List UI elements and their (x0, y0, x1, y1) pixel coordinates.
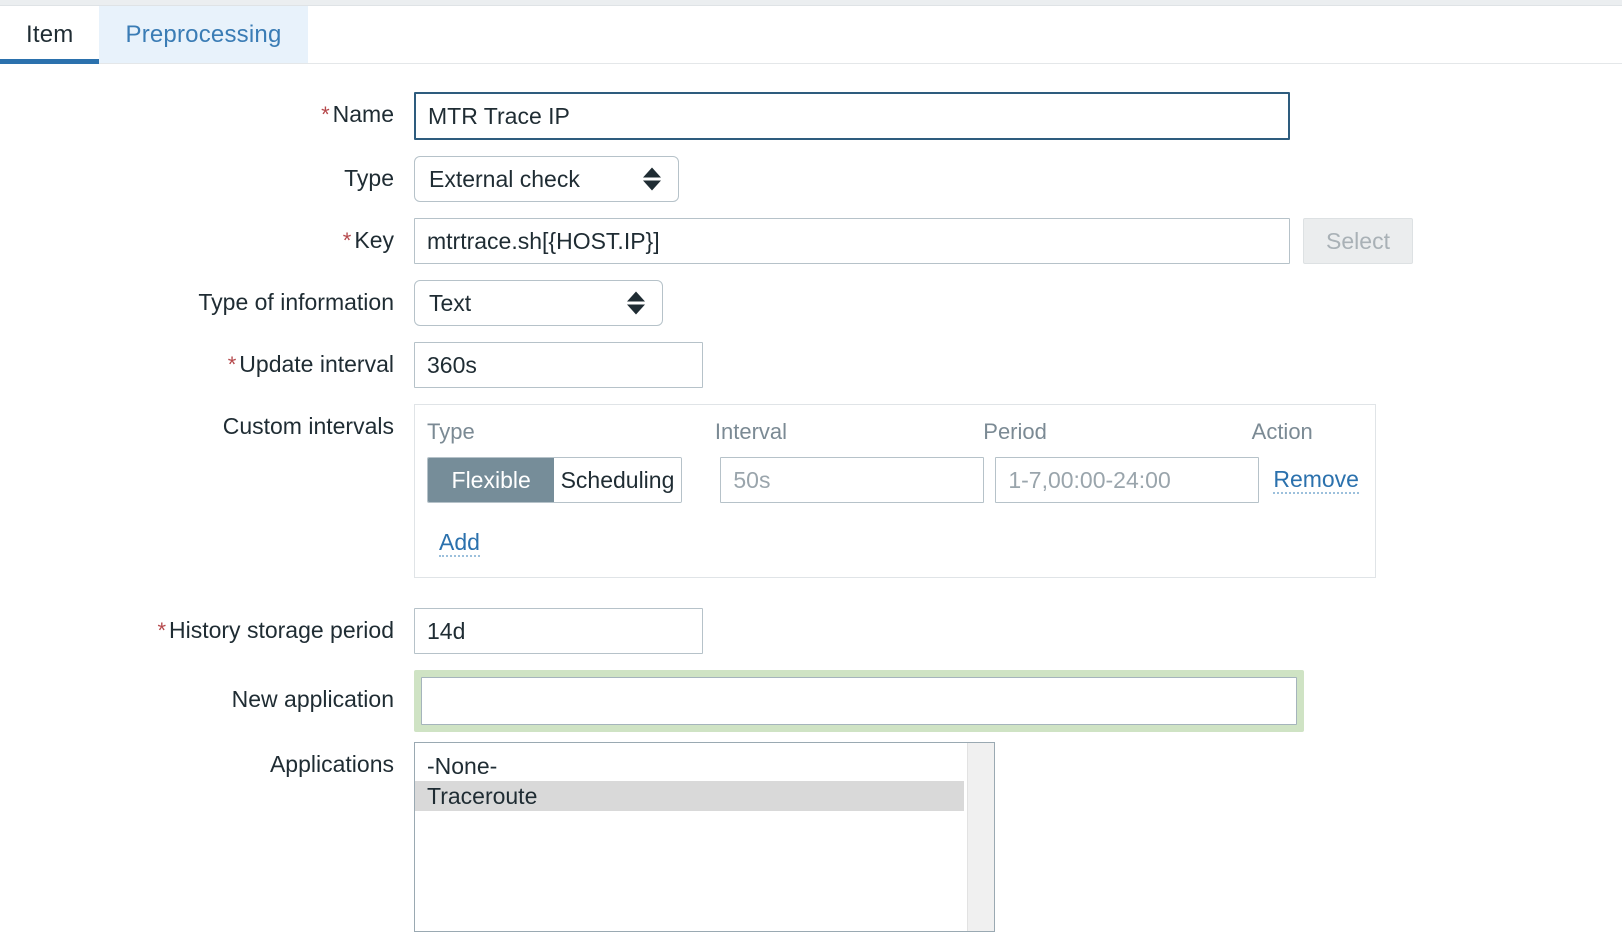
history-storage-period-input[interactable] (414, 608, 703, 655)
type-of-information-select-wrap: Text (414, 280, 663, 326)
new-application-field-wrap (414, 670, 1622, 733)
type-of-information-label: Type of information (198, 289, 394, 315)
new-application-label: New application (231, 686, 394, 713)
row-applications: Applications -None- Traceroute (0, 742, 1622, 933)
custom-intervals-header-type: Type (427, 419, 475, 444)
row-custom-intervals: Custom intervals Type Interval Period Ac… (0, 404, 1622, 579)
applications-label: Applications (269, 751, 394, 778)
applications-field-wrap: -None- Traceroute (414, 742, 1622, 933)
custom-intervals-header-action: Action (1251, 419, 1313, 444)
custom-interval-row: Flexible Scheduling Remove (427, 457, 1359, 503)
list-item[interactable]: -None- (415, 751, 964, 781)
applications-listbox[interactable]: -None- Traceroute (414, 742, 995, 933)
history-storage-period-field-wrap (414, 608, 1622, 655)
type-select-wrap: External check (414, 156, 679, 202)
custom-intervals-label: Custom intervals (222, 413, 394, 439)
required-marker-update-interval: * (227, 352, 237, 377)
custom-intervals-field-wrap: Type Interval Period Action Flexible Sch… (414, 404, 1622, 579)
type-of-information-select[interactable]: Text (414, 280, 663, 326)
type-of-information-field-wrap: Text (414, 280, 1622, 326)
key-label: * Key (0, 218, 414, 263)
required-marker-key: * (342, 228, 352, 253)
list-item[interactable]: Traceroute (415, 781, 964, 812)
new-application-highlight (414, 670, 1304, 733)
tab-preprocessing[interactable]: Preprocessing (99, 6, 308, 63)
update-interval-input[interactable] (414, 342, 703, 388)
toggle-option-scheduling[interactable]: Scheduling (554, 458, 681, 502)
tab-bar: Item Preprocessing (0, 6, 1622, 64)
history-storage-period-label-text: History storage period (169, 617, 394, 644)
tab-preprocessing-label: Preprocessing (125, 20, 282, 48)
key-label-text: Key (354, 227, 394, 253)
custom-intervals-header-period: Period (983, 419, 1047, 444)
new-application-input[interactable] (421, 677, 1297, 726)
name-input[interactable] (414, 92, 1290, 140)
required-marker-history: * (157, 618, 166, 644)
history-storage-period-label: * History storage period (0, 608, 414, 653)
custom-interval-remove-link[interactable]: Remove (1273, 466, 1359, 495)
row-history-storage-period: * History storage period (0, 608, 1622, 655)
custom-intervals-box: Type Interval Period Action Flexible Sch… (414, 404, 1376, 579)
key-field-wrap: Select (414, 218, 1622, 264)
row-type-of-information: Type of information Text (0, 280, 1622, 326)
row-key: *Key Select (0, 218, 1622, 264)
tab-item[interactable]: Item (0, 6, 100, 64)
custom-intervals-header-interval: Interval (714, 419, 788, 444)
tab-item-label: Item (26, 20, 74, 48)
row-type: Type External check (0, 156, 1622, 202)
toggle-option-flexible[interactable]: Flexible (428, 458, 555, 502)
applications-scrollbar[interactable] (967, 743, 994, 932)
custom-interval-interval-input[interactable] (720, 457, 985, 503)
custom-interval-add-link[interactable]: Add (439, 529, 480, 558)
key-input[interactable] (414, 218, 1290, 264)
row-new-application: New application (0, 670, 1622, 733)
row-name: * Name (0, 92, 1622, 140)
type-select[interactable]: External check (414, 156, 679, 202)
update-interval-label-text: Update interval (239, 351, 394, 377)
name-field-wrap (414, 92, 1622, 140)
row-update-interval: * Update interval (0, 342, 1622, 388)
applications-options: -None- Traceroute (415, 743, 994, 812)
custom-intervals-header: Type Interval Period Action (427, 419, 1359, 457)
key-select-button[interactable]: Select (1303, 218, 1413, 264)
update-interval-field-wrap (414, 342, 1622, 388)
custom-interval-period-input[interactable] (995, 457, 1260, 503)
name-label-text: Name (332, 101, 394, 127)
custom-interval-type-toggle[interactable]: Flexible Scheduling (427, 457, 682, 503)
type-label: Type (344, 165, 394, 191)
item-form: *Name Type External check *Key Select (0, 64, 1622, 933)
required-marker-name: * (321, 102, 330, 127)
update-interval-label: * Update interval (0, 342, 414, 387)
name-label: * Name (0, 92, 414, 137)
type-field-wrap: External check (414, 156, 1622, 202)
